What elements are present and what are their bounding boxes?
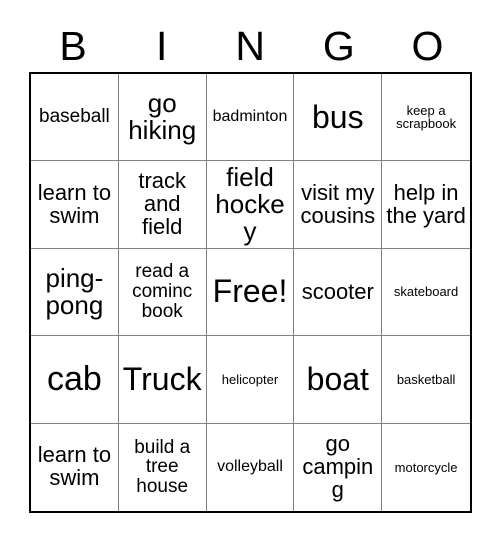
bingo-cell-label: field hockey	[215, 162, 285, 247]
bingo-cell[interactable]: boat	[294, 336, 383, 424]
bingo-cell-label: learn to swim	[37, 179, 112, 228]
bingo-cell[interactable]: Truck	[118, 336, 207, 424]
bingo-header-letter-o: O	[411, 22, 444, 69]
bingo-cell-label: bus	[311, 98, 364, 135]
bingo-cell[interactable]: help in the yard	[382, 161, 470, 249]
bingo-card: B I N G O baseball go hiking badminton bus k…	[0, 0, 500, 544]
bingo-cell[interactable]: scooter	[294, 248, 383, 337]
bingo-cell-label: basketball	[396, 371, 456, 387]
bingo-cell[interactable]: badminton	[206, 74, 295, 162]
bingo-cell-label: visit my cousins	[300, 179, 376, 228]
bingo-cell[interactable]: go hiking	[118, 74, 207, 162]
bingo-cell[interactable]: field hockey	[206, 161, 295, 249]
bingo-cell-label: boat	[306, 360, 369, 397]
bingo-cell-label: Free!	[212, 273, 288, 310]
bingo-cell[interactable]: visit my cousins	[294, 161, 383, 249]
bingo-header-letter-b: B	[59, 22, 88, 69]
bingo-cell[interactable]: skateboard	[382, 248, 470, 337]
bingo-cell[interactable]: cab	[31, 336, 119, 424]
bingo-cell[interactable]: read a cominc book	[118, 248, 207, 337]
bingo-header-letter-n: N	[235, 22, 266, 69]
bingo-header-letter-i: I	[155, 22, 168, 69]
bingo-cell-label: help in the yard	[386, 179, 466, 228]
bingo-cell-label: helicopter	[221, 371, 279, 387]
bingo-cell-label: skateboard	[393, 284, 459, 300]
bingo-cell-label: volleyball	[217, 457, 283, 475]
bingo-cell-label: go camping	[302, 430, 374, 502]
bingo-cell[interactable]: learn to swim	[31, 161, 119, 249]
bingo-cell-label: badminton	[212, 107, 288, 125]
bingo-cell[interactable]: bus	[294, 74, 383, 162]
bingo-cell[interactable]: motorcycle	[382, 423, 470, 511]
bingo-cell-label: learn to swim	[37, 442, 112, 491]
bingo-cell[interactable]: helicopter	[206, 336, 295, 424]
bingo-cell[interactable]: basketball	[382, 336, 470, 424]
bingo-cell-label: read a cominc book	[132, 261, 193, 322]
bingo-cell[interactable]: go camping	[294, 423, 383, 511]
bingo-cell[interactable]: volleyball	[206, 423, 295, 511]
bingo-cell-label: ping-pong	[45, 262, 104, 320]
bingo-cell-free[interactable]: Free!	[206, 248, 295, 337]
bingo-cell[interactable]: track and field	[118, 161, 207, 249]
bingo-cell[interactable]: build a tree house	[118, 423, 207, 511]
bingo-cell[interactable]: baseball	[31, 74, 119, 162]
bingo-cell-label: keep a scrapbook	[396, 102, 457, 132]
bingo-cell-label: baseball	[39, 106, 110, 128]
bingo-cell-label: track and field	[138, 168, 187, 240]
bingo-cell-label: Truck	[122, 360, 202, 397]
bingo-cell-label: cab	[46, 359, 102, 398]
bingo-cell-label: go hiking	[128, 88, 197, 146]
bingo-cell[interactable]: learn to swim	[31, 423, 119, 511]
bingo-cell[interactable]: ping-pong	[31, 248, 119, 337]
bingo-cell[interactable]: keep a scrapbook	[382, 74, 470, 162]
bingo-header-row: B I N G O	[29, 20, 472, 72]
bingo-grid: baseball go hiking badminton bus keep a scra…	[29, 72, 472, 513]
bingo-cell-label: motorcycle	[394, 459, 458, 475]
bingo-cell-label: scooter	[301, 278, 374, 304]
bingo-cell-label: build a tree house	[134, 436, 191, 498]
bingo-header-letter-g: G	[322, 22, 356, 69]
